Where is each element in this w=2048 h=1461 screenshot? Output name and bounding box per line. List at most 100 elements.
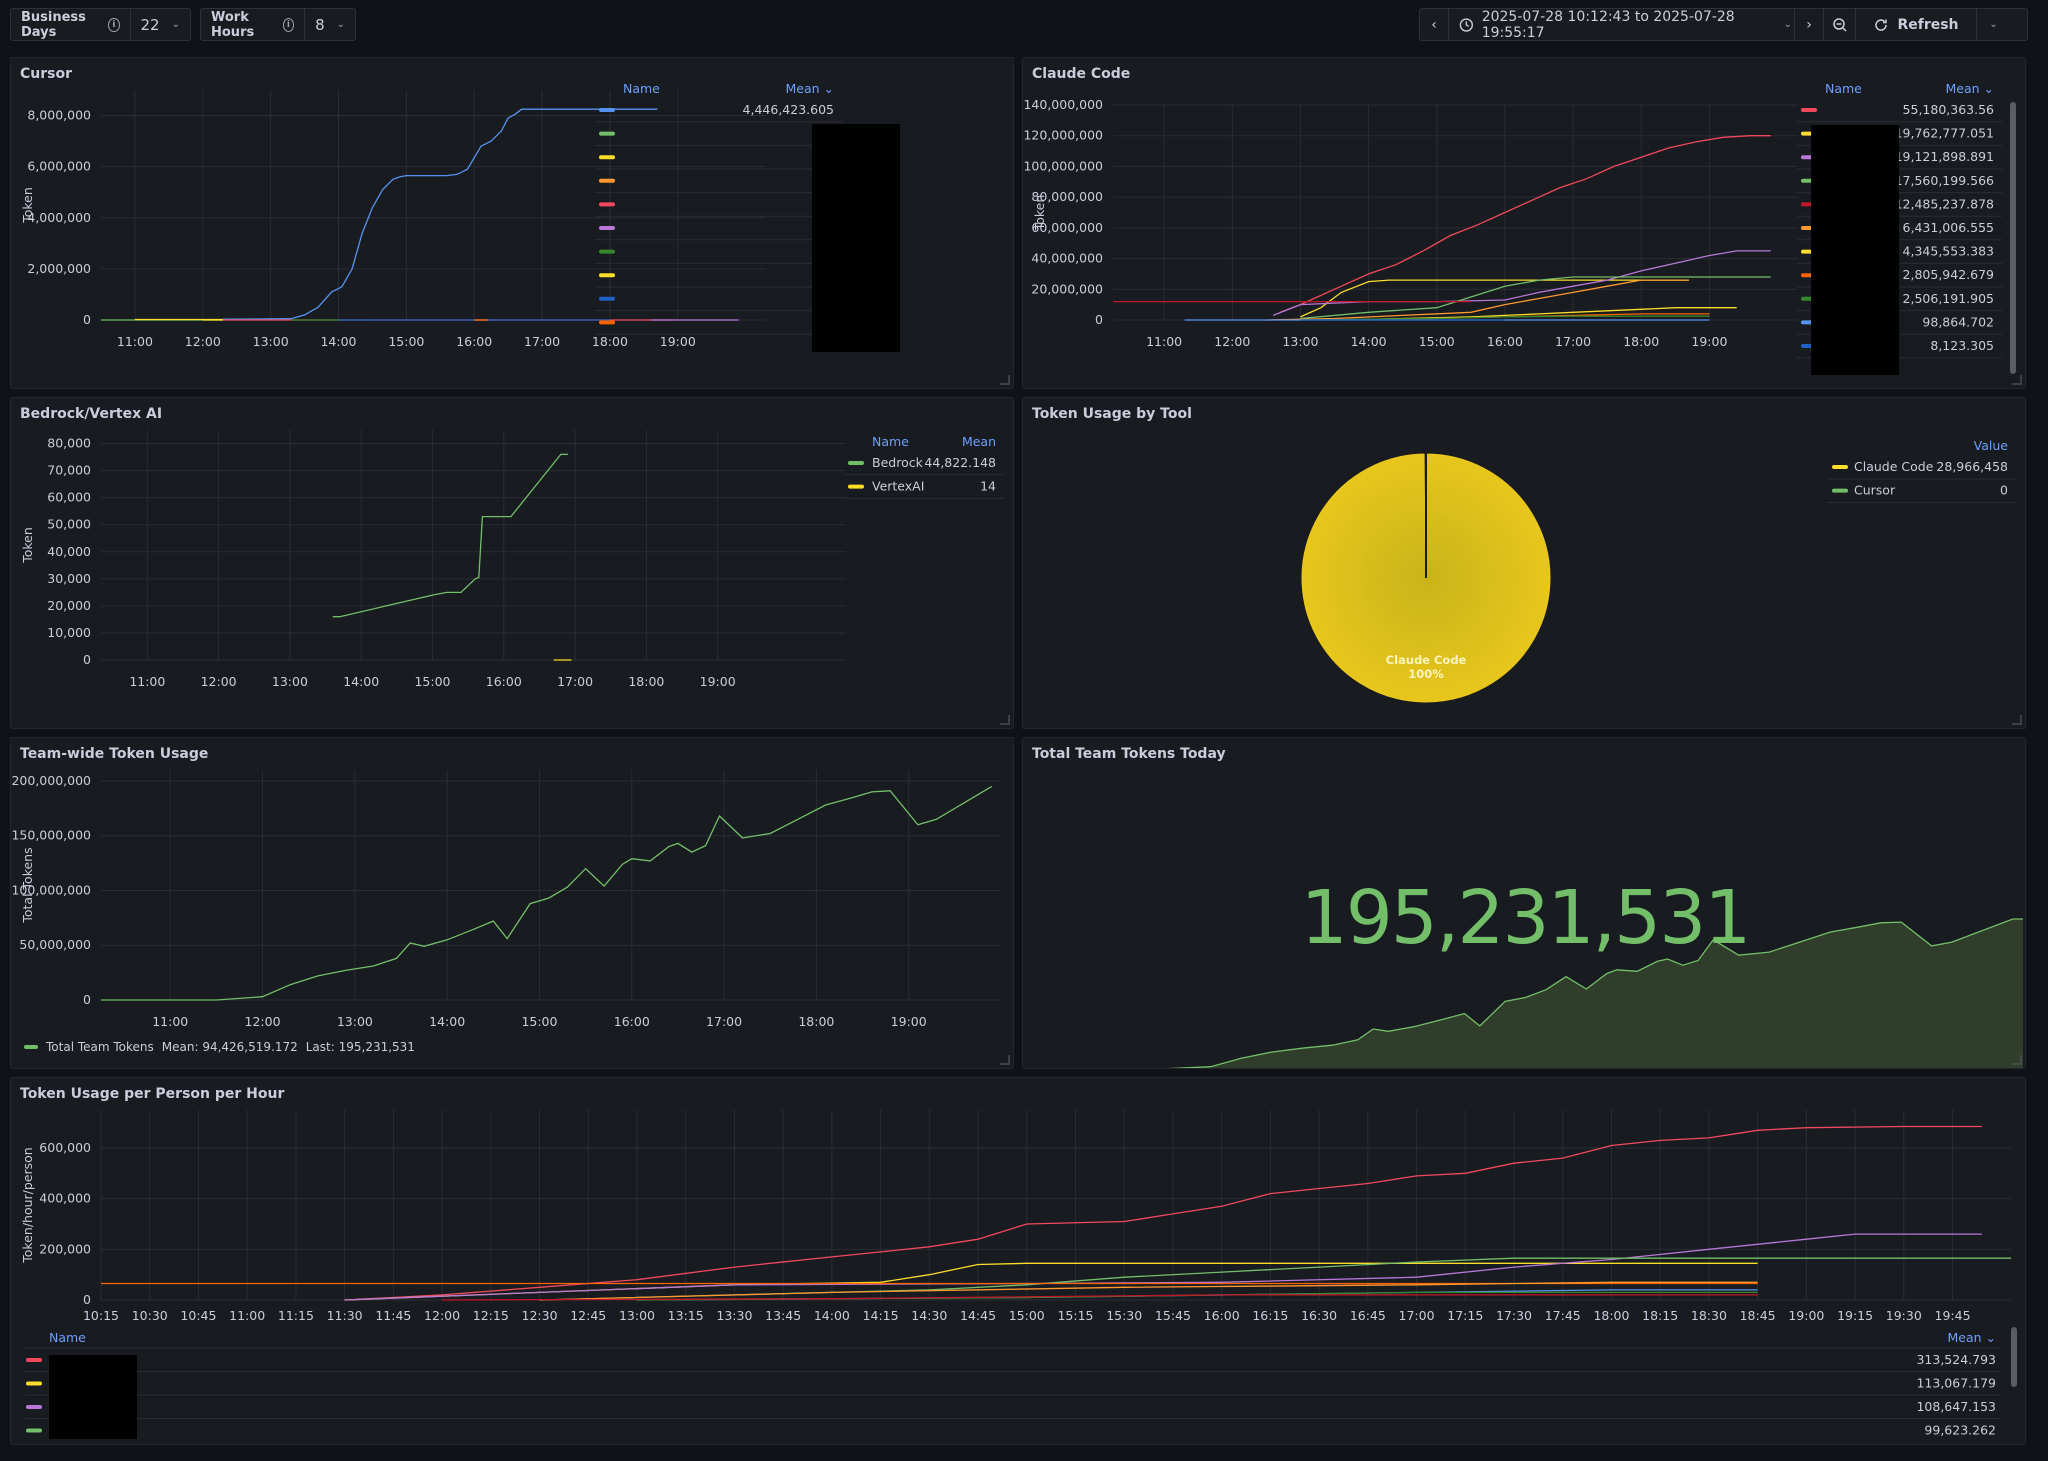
pie-chart: Claude Code100%ValueClaude Code 28,966,45… xyxy=(1300,438,2015,704)
legend-series-name: Total Team Tokens xyxy=(46,1040,154,1054)
total-team-tokens-panel: Total Team Tokens Today 195,231,531 xyxy=(1022,737,2026,1069)
y-tick-label: 400,000 xyxy=(39,1191,91,1206)
chevron-right-icon: › xyxy=(1806,16,1812,33)
chevron-left-icon: ‹ xyxy=(1431,16,1437,33)
legend-series-name[interactable]: Cursor xyxy=(1854,483,1896,498)
x-tick-label: 16:00 xyxy=(614,1014,650,1029)
legend-scrollbar[interactable] xyxy=(2010,102,2016,374)
business-days-select[interactable]: 22 ⌄ xyxy=(131,9,190,40)
legend-header-name[interactable]: Name xyxy=(1825,81,1862,96)
x-tick-label: 16:00 xyxy=(486,674,522,689)
x-tick-label: 18:00 xyxy=(592,334,628,349)
y-tick-label: 50,000,000 xyxy=(19,937,91,952)
legend-series-name[interactable]: Claude Code xyxy=(1854,459,1934,474)
x-tick-label: 13:00 xyxy=(337,1014,373,1029)
resize-handle[interactable] xyxy=(1000,375,1010,385)
y-tick-label: 6,000,000 xyxy=(27,159,91,174)
x-tick-label: 19:30 xyxy=(1886,1308,1922,1323)
zoom-out-button[interactable] xyxy=(1824,9,1856,40)
time-range-picker[interactable]: 2025-07-28 10:12:43 to 2025-07-28 19:55:… xyxy=(1449,9,1795,41)
legend-mean-value: 98,864.702 xyxy=(1922,314,1994,329)
resize-handle[interactable] xyxy=(2012,1055,2022,1065)
legend-mean-value: 313,524.793 xyxy=(1916,1352,1996,1367)
legend-series-name[interactable]: VertexAI xyxy=(872,479,924,494)
legend-value: 28,966,458 xyxy=(1936,459,2008,474)
y-axis-label: Token xyxy=(1032,195,1047,232)
x-tick-label: 14:45 xyxy=(960,1308,996,1323)
x-tick-label: 13:00 xyxy=(253,334,289,349)
x-tick-label: 15:00 xyxy=(414,674,450,689)
legend-mean-value: 19,121,898.891 xyxy=(1895,149,1994,164)
y-tick-label: 200,000,000 xyxy=(11,773,91,788)
chevron-down-icon: ⌄ xyxy=(1989,19,1998,30)
x-tick-label: 13:45 xyxy=(765,1308,801,1323)
refresh-interval-picker[interactable]: ⌄ xyxy=(1977,9,2010,40)
time-shift-back-button[interactable]: ‹ xyxy=(1420,9,1449,40)
x-tick-label: 14:00 xyxy=(1351,334,1387,349)
legend-scrollbar[interactable] xyxy=(2011,1327,2017,1387)
time-shift-forward-button[interactable]: › xyxy=(1795,9,1824,40)
x-tick-label: 14:00 xyxy=(343,674,379,689)
legend-header-value[interactable]: Value xyxy=(1974,438,2009,453)
x-tick-label: 19:00 xyxy=(1691,334,1727,349)
info-icon[interactable]: i xyxy=(282,17,295,32)
resize-handle[interactable] xyxy=(2012,375,2022,385)
legend-mean-value: 19,762,777.051 xyxy=(1895,126,1994,141)
x-tick-label: 19:45 xyxy=(1935,1308,1971,1323)
x-tick-label: 12:00 xyxy=(201,674,237,689)
pie-slice-percent: 100% xyxy=(1408,667,1444,681)
x-tick-label: 11:45 xyxy=(375,1308,411,1323)
y-tick-label: 50,000 xyxy=(47,517,91,532)
legend-header-mean[interactable]: Mean ⌄ xyxy=(785,81,834,96)
legend-header-name[interactable]: Name xyxy=(872,434,909,449)
work-hours-select[interactable]: 8 ⌄ xyxy=(305,9,355,40)
legend-header-mean[interactable]: Mean ⌄ xyxy=(1947,1330,1996,1345)
x-tick-label: 19:00 xyxy=(1788,1308,1824,1323)
legend-mean: Mean: 94,426,519.172 xyxy=(161,1040,298,1054)
legend-mean-value: 2,805,942.679 xyxy=(1903,267,1994,282)
series-line xyxy=(223,108,658,320)
x-tick-label: 19:15 xyxy=(1837,1308,1873,1323)
x-tick-label: 16:15 xyxy=(1252,1308,1288,1323)
legend-mean-value: 8,123.305 xyxy=(1930,338,1994,353)
x-tick-label: 18:00 xyxy=(798,1014,834,1029)
y-tick-label: 80,000 xyxy=(47,436,91,451)
x-tick-label: 12:30 xyxy=(522,1308,558,1323)
x-tick-label: 19:00 xyxy=(700,674,736,689)
legend-header-name[interactable]: Name xyxy=(49,1330,86,1345)
refresh-button[interactable]: Refresh xyxy=(1856,9,1977,40)
x-tick-label: 10:15 xyxy=(83,1308,119,1323)
x-tick-label: 16:00 xyxy=(456,334,492,349)
legend-mean-value: 14 xyxy=(980,479,996,494)
y-tick-label: 4,000,000 xyxy=(27,210,91,225)
resize-handle[interactable] xyxy=(2012,715,2022,725)
resize-handle[interactable] xyxy=(1000,715,1010,725)
x-tick-label: 11:15 xyxy=(278,1308,314,1323)
token-usage-by-tool-panel: Token Usage by Tool Claude Code 100% Value… xyxy=(1022,397,2026,729)
x-tick-label: 18:45 xyxy=(1740,1308,1776,1323)
legend-series-name[interactable]: Bedrock xyxy=(872,455,924,470)
x-tick-label: 14:00 xyxy=(429,1014,465,1029)
stat-value: 195,231,531 xyxy=(1300,875,1752,961)
x-tick-label: 17:00 xyxy=(1555,334,1591,349)
chevron-down-icon: ⌄ xyxy=(171,19,180,30)
legend-header-mean[interactable]: Mean ⌄ xyxy=(1945,81,1994,96)
team-wide-token-usage-panel: Team-wide Token Usage 0 50,000,000 100,000… xyxy=(10,737,1014,1069)
series-legend[interactable]: Total Team Tokens Mean: 94,426,519.172 L… xyxy=(24,1040,415,1054)
y-tick-label: 600,000 xyxy=(39,1140,91,1155)
resize-handle[interactable] xyxy=(1000,1055,1010,1065)
x-tick-label: 12:00 xyxy=(1214,334,1250,349)
x-tick-label: 16:00 xyxy=(1204,1308,1240,1323)
legend-mean-value: 44,822.148 xyxy=(924,455,996,470)
x-tick-label: 14:15 xyxy=(863,1308,899,1323)
x-tick-label: 17:00 xyxy=(1399,1308,1435,1323)
series-line xyxy=(1300,279,1689,318)
legend-header-name[interactable]: Name xyxy=(623,81,660,96)
info-icon[interactable]: i xyxy=(108,17,120,32)
y-tick-label: 140,000,000 xyxy=(1023,97,1103,112)
series-line xyxy=(332,453,568,618)
legend-header-mean[interactable]: Mean xyxy=(962,434,996,449)
y-tick-label: 100,000,000 xyxy=(1023,158,1103,173)
y-tick-label: 60,000 xyxy=(47,490,91,505)
x-tick-label: 10:30 xyxy=(132,1308,168,1323)
